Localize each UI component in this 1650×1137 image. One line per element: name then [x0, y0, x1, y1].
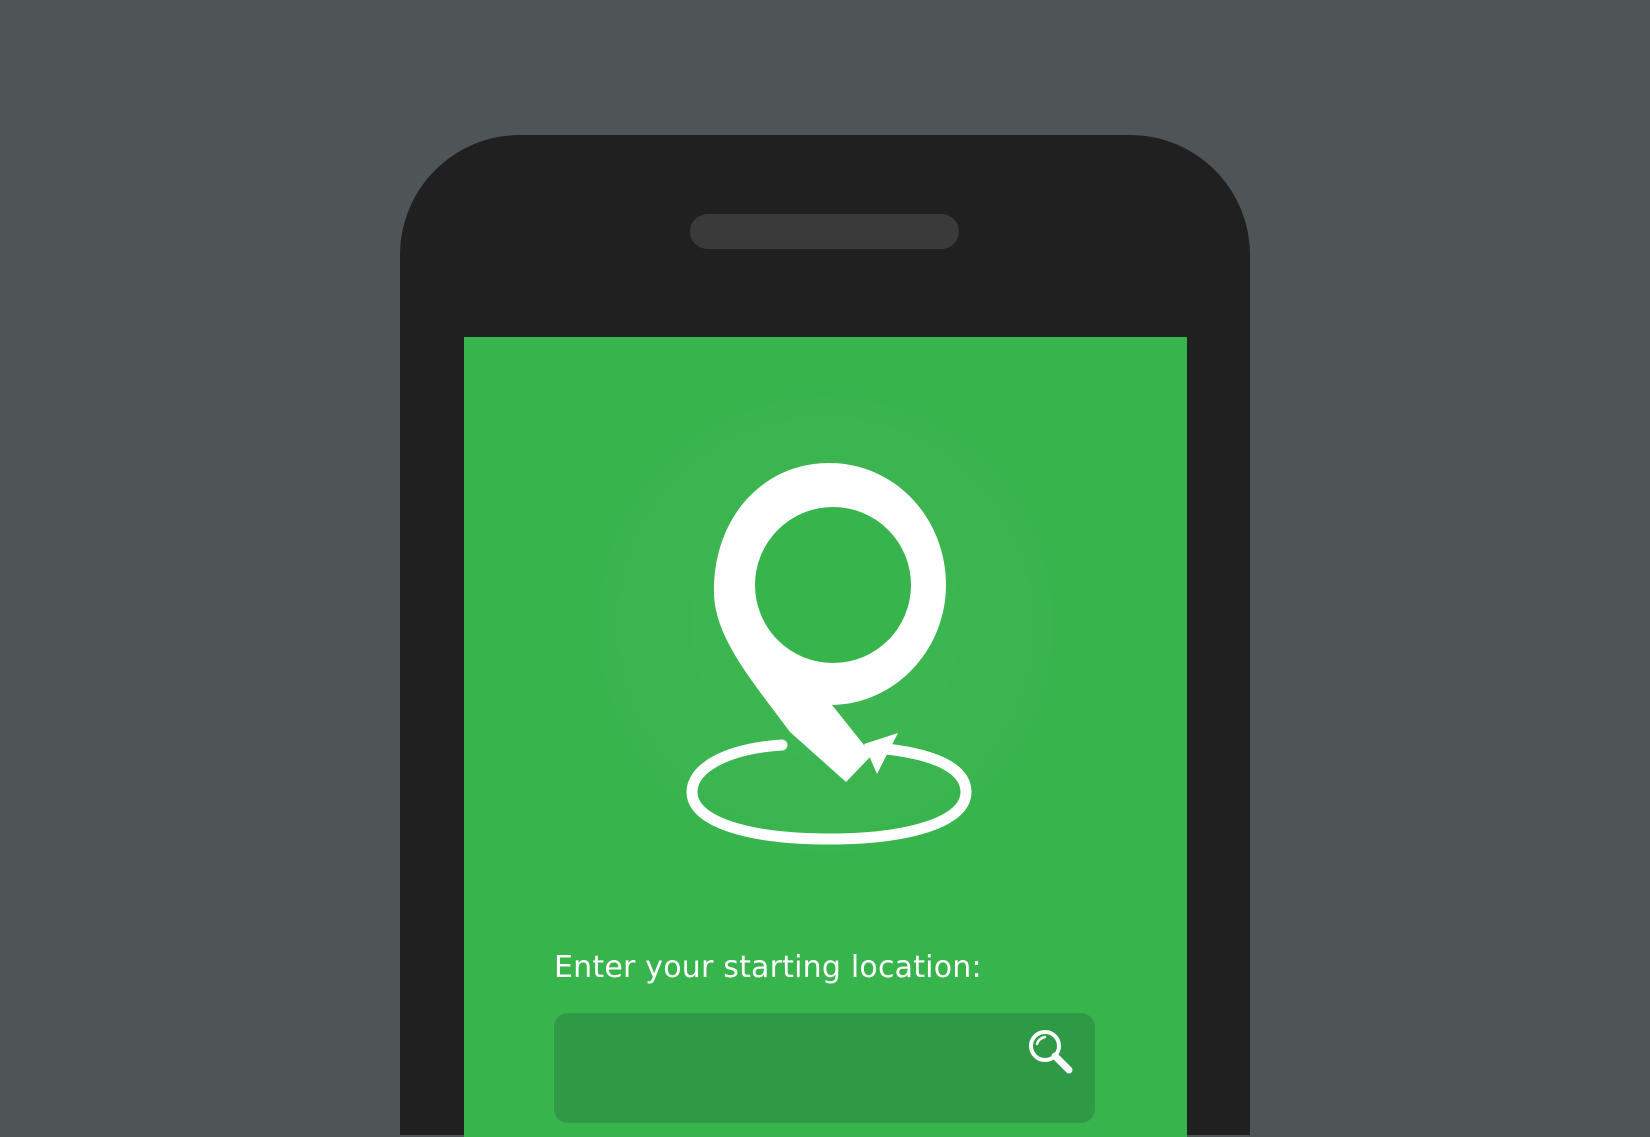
phone-frame: Enter your starting location:	[400, 135, 1250, 1137]
starting-location-label: Enter your starting location:	[554, 950, 982, 985]
location-pin-return-icon	[686, 463, 972, 845]
search-icon[interactable]	[1026, 1027, 1076, 1077]
phone-speaker	[690, 214, 959, 249]
app-screen: Enter your starting location:	[464, 337, 1187, 1137]
starting-location-input[interactable]	[572, 1027, 1016, 1071]
starting-location-search-box	[554, 1013, 1095, 1123]
